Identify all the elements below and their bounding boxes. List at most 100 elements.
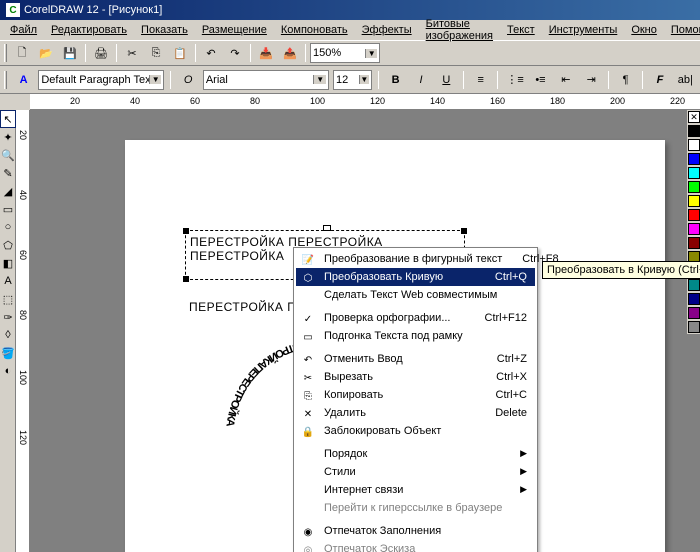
cut-button[interactable]: ✂ [121,42,143,64]
color-swatch[interactable] [688,195,700,207]
color-swatch[interactable] [688,125,700,137]
menu-tools[interactable]: Инструменты [543,22,624,38]
context-menu-item[interactable]: 📝Преобразование в фигурный текстCtrl+F8 [296,250,535,268]
bold-button[interactable]: B [385,69,406,91]
menu-file[interactable]: Файл [4,22,43,38]
menu-window[interactable]: Окно [625,22,663,38]
save-button[interactable]: 💾 [59,42,81,64]
menu-effects[interactable]: Эффекты [356,22,418,38]
ellipse-tool[interactable]: ○ [0,218,16,236]
dropdown-icon[interactable]: ▼ [313,75,326,84]
zoom-combo[interactable]: ▼ [310,43,380,63]
format-f-button[interactable]: F [649,69,670,91]
pilcrow-button[interactable]: ¶ [615,69,636,91]
list-button[interactable]: ⋮≡ [504,69,525,91]
rectangle-tool[interactable]: ▭ [0,200,16,218]
color-swatch[interactable] [688,223,700,235]
selection-handle[interactable] [461,228,467,234]
context-menu-item[interactable]: ✓Проверка орфографии...Ctrl+F12 [296,309,535,327]
canvas[interactable]: ПЕРЕСТРОЙКА ПЕРЕСТРОЙКА ПЕРЕСТРОЙКА ПЕРЕ… [30,110,700,552]
context-menu-item[interactable]: ◉Отпечаток Заполнения [296,522,535,540]
context-menu-item[interactable]: ✂ВырезатьCtrl+X [296,368,535,386]
italic-button[interactable]: I [410,69,431,91]
redo-button[interactable]: ↷ [224,42,246,64]
format-ab-button[interactable]: ab| [675,69,696,91]
selection-handle[interactable] [183,228,189,234]
print-button[interactable]: 🖨 [90,42,112,64]
context-menu-item[interactable]: Интернет связи▶ [296,481,535,499]
fill-tool[interactable]: 🪣 [0,344,16,362]
color-swatch[interactable] [688,237,700,249]
menu-layout[interactable]: Размещение [196,22,273,38]
context-menu-item[interactable]: Стили▶ [296,463,535,481]
context-menu-item[interactable]: ⎘КопироватьCtrl+C [296,386,535,404]
toolbar-grip[interactable] [4,71,7,89]
polygon-tool[interactable]: ⬠ [0,236,16,254]
text-a-icon[interactable]: A [13,69,34,91]
dropdown-icon[interactable]: ▼ [149,75,162,84]
outline-tool[interactable]: ◊ [0,326,16,344]
font-input[interactable] [206,74,313,86]
align-button[interactable]: ≡ [470,69,491,91]
color-swatch[interactable] [688,209,700,221]
pick-tool[interactable]: ↖ [0,110,16,128]
context-menu-item[interactable]: Сделать Текст Web совместимым [296,286,535,304]
outdent-button[interactable]: ⇥ [581,69,602,91]
interactive-fill-tool[interactable]: ◐ [0,362,16,380]
color-swatch[interactable] [688,167,700,179]
selection-handle[interactable] [323,225,331,231]
style-input[interactable] [41,74,148,86]
context-menu-item[interactable]: ↶Отменить ВводCtrl+Z [296,350,535,368]
menu-help[interactable]: Помощь [665,22,700,38]
color-swatch[interactable] [688,153,700,165]
undo-button[interactable]: ↶ [200,42,222,64]
menu-text[interactable]: Текст [501,22,541,38]
copy-button[interactable]: ⎘ [145,42,167,64]
open-button[interactable]: 📂 [35,42,57,64]
menu-view[interactable]: Показать [135,22,194,38]
menu-edit[interactable]: Редактировать [45,22,133,38]
menu-item-label: Порядок [324,448,367,460]
no-color-swatch[interactable]: ✕ [688,111,700,123]
font-combo[interactable]: ▼ [203,70,329,90]
dropdown-icon[interactable]: ▼ [359,75,369,84]
toolbox: ↖ ✦ 🔍 ✎ ◢ ▭ ○ ⬠ ◧ A ⬚ ✑ ◊ 🪣 ◐ [0,110,16,552]
menu-arrange[interactable]: Компоновать [275,22,354,38]
size-combo[interactable]: ▼ [333,70,372,90]
context-menu-item[interactable]: ✕УдалитьDelete [296,404,535,422]
new-button[interactable]: 🗋 [11,42,33,64]
freehand-tool[interactable]: ✎ [0,164,16,182]
style-combo[interactable]: ▼ [38,70,164,90]
dropdown-icon[interactable]: ▼ [365,49,377,58]
basic-shapes-tool[interactable]: ◧ [0,254,16,272]
zoom-input[interactable] [313,47,365,59]
color-swatch[interactable] [688,293,700,305]
bullet-button[interactable]: •≡ [530,69,551,91]
toolbar-grip[interactable] [4,44,7,62]
selection-handle[interactable] [183,276,189,282]
paste-button[interactable]: 📋 [169,42,191,64]
underline-button[interactable]: U [436,69,457,91]
shape-tool[interactable]: ✦ [0,128,16,146]
indent-button[interactable]: ⇤ [555,69,576,91]
menu-bitmaps[interactable]: Битовые изображения [420,16,499,44]
context-menu-item[interactable]: ▭Подгонка Текста под рамку [296,327,535,345]
color-swatch[interactable] [688,181,700,193]
text-tool[interactable]: A [0,272,16,290]
eyedropper-tool[interactable]: ✑ [0,308,16,326]
export-button[interactable]: 📤 [279,42,301,64]
smart-draw-tool[interactable]: ◢ [0,182,16,200]
color-swatch[interactable] [688,321,700,333]
color-swatch[interactable] [688,139,700,151]
menu-item-shortcut: Ctrl+C [496,389,527,401]
context-menu-item[interactable]: 🔒Заблокировать Объект [296,422,535,440]
blend-tool[interactable]: ⬚ [0,290,16,308]
color-swatch[interactable] [688,279,700,291]
import-button[interactable]: 📥 [255,42,277,64]
size-input[interactable] [336,74,359,86]
context-menu-item[interactable]: ⬡Преобразовать КривуюCtrl+Q [296,268,535,286]
menu-item-label: Интернет связи [324,484,403,496]
zoom-tool[interactable]: 🔍 [0,146,16,164]
color-swatch[interactable] [688,307,700,319]
context-menu-item[interactable]: Порядок▶ [296,445,535,463]
